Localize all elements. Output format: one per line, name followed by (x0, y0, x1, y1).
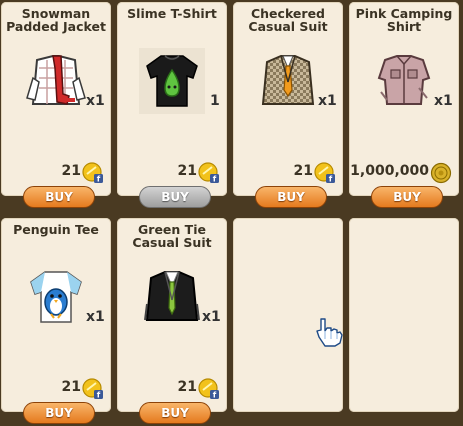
checkered-suit-icon (261, 55, 315, 105)
green-tie-suit-icon (144, 271, 200, 321)
camping-shirt-icon (377, 55, 431, 105)
item-price: 1,000,000 (350, 163, 429, 179)
item-title: Snowman Padded Jacket (6, 6, 106, 34)
item-quantity: x1 (318, 93, 337, 109)
gold-coin-icon (430, 162, 452, 184)
fb-credit-coin-icon: f (82, 162, 103, 184)
item-title: Green Tie Casual Suit (132, 222, 212, 250)
fb-credit-coin-icon: f (314, 162, 335, 184)
hand-cursor-icon (316, 318, 343, 347)
item-price: 21 (293, 163, 313, 179)
item-price: 21 (177, 163, 197, 179)
svg-text:f: f (97, 391, 101, 400)
buy-button[interactable]: BUY (139, 402, 211, 424)
fb-credit-coin-icon: f (82, 378, 103, 400)
empty-slot (349, 218, 459, 412)
buy-button[interactable]: BUY (371, 186, 443, 208)
svg-text:f: f (213, 391, 217, 400)
item-quantity: x1 (86, 93, 105, 109)
item-title: Pink Camping Shirt (355, 6, 453, 34)
item-card[interactable]: Checkered Casual Suit x1 21 f BUY (233, 2, 343, 208)
item-card[interactable]: Pink Camping Shirt x1 1,000,000 BUY (349, 2, 459, 208)
item-price: 21 (61, 379, 81, 395)
buy-button[interactable]: BUY (255, 186, 327, 208)
svg-text:f: f (329, 175, 333, 184)
fb-credit-coin-icon: f (198, 378, 219, 400)
item-price: 21 (61, 163, 81, 179)
fb-credit-coin-icon: f (198, 162, 219, 184)
item-quantity: x1 (202, 309, 221, 325)
item-title: Slime T-Shirt (127, 6, 217, 21)
empty-slot (233, 218, 343, 412)
slime-tshirt-icon (139, 48, 205, 114)
item-card[interactable]: Snowman Padded Jacket x1 21 f BUY (1, 2, 111, 208)
buy-button[interactable]: BUY (23, 402, 95, 424)
item-card[interactable]: Penguin Tee x1 21 f BUY (1, 218, 111, 424)
buy-button-disabled[interactable]: BUY (139, 186, 211, 208)
svg-text:f: f (213, 175, 217, 184)
padded-jacket-icon (26, 55, 86, 105)
buy-button[interactable]: BUY (23, 186, 95, 208)
item-quantity: x1 (434, 93, 453, 109)
item-card[interactable]: Slime T-Shirt 1 21 f BUY (117, 2, 227, 208)
penguin-tee-icon (30, 271, 82, 323)
item-quantity: 1 (210, 93, 220, 109)
shop-grid: Snowman Padded Jacket x1 21 f BUY Slime … (0, 0, 463, 426)
item-quantity: x1 (86, 309, 105, 325)
item-title: Checkered Casual Suit (248, 6, 328, 34)
item-price: 21 (177, 379, 197, 395)
item-card[interactable]: Green Tie Casual Suit x1 21 f BUY (117, 218, 227, 424)
svg-text:f: f (97, 175, 101, 184)
item-title: Penguin Tee (13, 222, 99, 237)
